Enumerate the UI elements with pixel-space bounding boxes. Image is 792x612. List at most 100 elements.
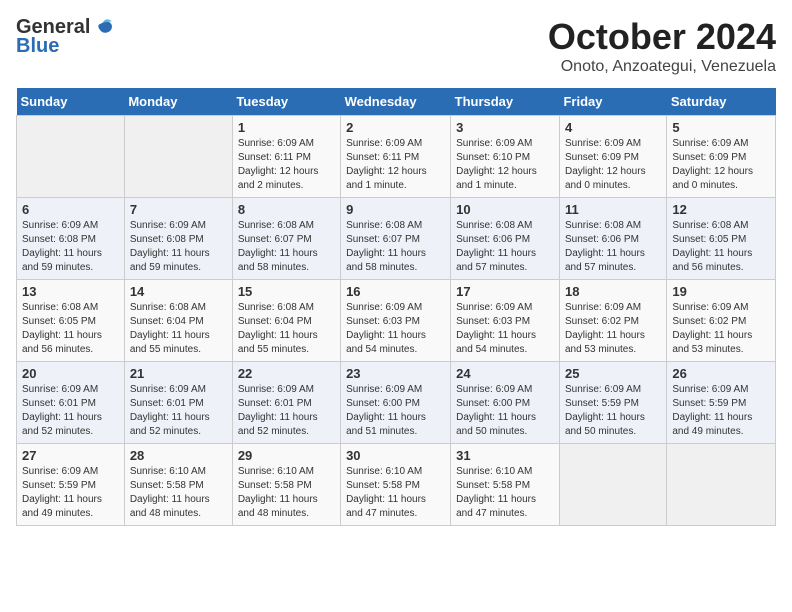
weekday-header: Tuesday [232, 88, 340, 116]
weekday-header: Monday [124, 88, 232, 116]
calendar-cell: 23 Sunrise: 6:09 AM Sunset: 6:00 PM Dayli… [341, 362, 451, 444]
location-subtitle: Onoto, Anzoategui, Venezuela [548, 58, 776, 76]
day-number: 31 [456, 448, 554, 463]
calendar-cell: 4 Sunrise: 6:09 AM Sunset: 6:09 PM Daylig… [559, 116, 666, 198]
day-number: 9 [346, 202, 445, 217]
day-number: 18 [565, 284, 661, 299]
day-info: Sunrise: 6:09 AM Sunset: 6:10 PM Dayligh… [456, 137, 554, 193]
day-number: 4 [565, 120, 661, 135]
header-row: SundayMondayTuesdayWednesdayThursdayFrid… [17, 88, 776, 116]
calendar-cell: 3 Sunrise: 6:09 AM Sunset: 6:10 PM Daylig… [451, 116, 560, 198]
calendar-cell: 11 Sunrise: 6:08 AM Sunset: 6:06 PM Dayli… [559, 198, 666, 280]
day-info: Sunrise: 6:09 AM Sunset: 6:02 PM Dayligh… [672, 301, 770, 357]
day-info: Sunrise: 6:08 AM Sunset: 6:06 PM Dayligh… [456, 219, 554, 275]
weekday-header: Saturday [667, 88, 776, 116]
calendar-cell: 31 Sunrise: 6:10 AM Sunset: 5:58 PM Dayli… [451, 444, 560, 526]
calendar-cell: 17 Sunrise: 6:09 AM Sunset: 6:03 PM Dayli… [451, 280, 560, 362]
day-info: Sunrise: 6:10 AM Sunset: 5:58 PM Dayligh… [130, 465, 227, 521]
day-info: Sunrise: 6:09 AM Sunset: 6:00 PM Dayligh… [456, 383, 554, 439]
day-number: 10 [456, 202, 554, 217]
calendar-cell: 22 Sunrise: 6:09 AM Sunset: 6:01 PM Dayli… [232, 362, 340, 444]
calendar-cell: 12 Sunrise: 6:08 AM Sunset: 6:05 PM Dayli… [667, 198, 776, 280]
calendar-cell: 20Sunrise: 6:09 AM Sunset: 6:01 PM Dayli… [17, 362, 125, 444]
title-area: October 2024 Onoto, Anzoategui, Venezuel… [548, 16, 776, 76]
calendar-week-row: 13Sunrise: 6:08 AM Sunset: 6:05 PM Dayli… [17, 280, 776, 362]
day-info: Sunrise: 6:09 AM Sunset: 6:02 PM Dayligh… [565, 301, 661, 357]
day-number: 26 [672, 366, 770, 381]
calendar-week-row: 6 Sunrise: 6:09 AM Sunset: 6:08 PM Daylig… [17, 198, 776, 280]
day-info: Sunrise: 6:09 AM Sunset: 6:09 PM Dayligh… [672, 137, 770, 193]
calendar-cell: 27Sunrise: 6:09 AM Sunset: 5:59 PM Dayli… [17, 444, 125, 526]
day-number: 1 [238, 120, 335, 135]
day-info: Sunrise: 6:09 AM Sunset: 6:03 PM Dayligh… [456, 301, 554, 357]
month-title: October 2024 [548, 16, 776, 58]
calendar-cell: 25Sunrise: 6:09 AM Sunset: 5:59 PM Dayli… [559, 362, 666, 444]
calendar-cell: 10 Sunrise: 6:08 AM Sunset: 6:06 PM Dayli… [451, 198, 560, 280]
calendar-cell [17, 116, 125, 198]
day-number: 13 [22, 284, 119, 299]
calendar-cell: 28Sunrise: 6:10 AM Sunset: 5:58 PM Dayli… [124, 444, 232, 526]
day-info: Sunrise: 6:10 AM Sunset: 5:58 PM Dayligh… [238, 465, 335, 521]
calendar-cell: 29 Sunrise: 6:10 AM Sunset: 5:58 PM Dayli… [232, 444, 340, 526]
calendar-cell: 1 Sunrise: 6:09 AM Sunset: 6:11 PM Daylig… [232, 116, 340, 198]
day-number: 24 [456, 366, 554, 381]
day-number: 21 [130, 366, 227, 381]
day-number: 19 [672, 284, 770, 299]
day-info: Sunrise: 6:10 AM Sunset: 5:58 PM Dayligh… [456, 465, 554, 521]
day-info: Sunrise: 6:09 AM Sunset: 6:01 PM Dayligh… [130, 383, 227, 439]
day-info: Sunrise: 6:09 AM Sunset: 6:01 PM Dayligh… [22, 383, 119, 439]
day-info: Sunrise: 6:10 AM Sunset: 5:58 PM Dayligh… [346, 465, 445, 521]
day-number: 3 [456, 120, 554, 135]
calendar-cell: 2 Sunrise: 6:09 AM Sunset: 6:11 PM Daylig… [341, 116, 451, 198]
calendar-cell: 26 Sunrise: 6:09 AM Sunset: 5:59 PM Dayli… [667, 362, 776, 444]
calendar-table: SundayMondayTuesdayWednesdayThursdayFrid… [16, 88, 776, 526]
day-info: Sunrise: 6:09 AM Sunset: 6:03 PM Dayligh… [346, 301, 445, 357]
day-number: 2 [346, 120, 445, 135]
day-number: 30 [346, 448, 445, 463]
day-info: Sunrise: 6:09 AM Sunset: 5:59 PM Dayligh… [565, 383, 661, 439]
day-number: 29 [238, 448, 335, 463]
weekday-header: Friday [559, 88, 666, 116]
day-number: 7 [130, 202, 227, 217]
day-info: Sunrise: 6:09 AM Sunset: 6:08 PM Dayligh… [22, 219, 119, 275]
day-info: Sunrise: 6:09 AM Sunset: 6:01 PM Dayligh… [238, 383, 335, 439]
day-number: 12 [672, 202, 770, 217]
day-info: Sunrise: 6:09 AM Sunset: 6:11 PM Dayligh… [346, 137, 445, 193]
day-number: 14 [130, 284, 227, 299]
day-info: Sunrise: 6:08 AM Sunset: 6:06 PM Dayligh… [565, 219, 661, 275]
day-info: Sunrise: 6:08 AM Sunset: 6:04 PM Dayligh… [238, 301, 335, 357]
calendar-cell: 19 Sunrise: 6:09 AM Sunset: 6:02 PM Dayli… [667, 280, 776, 362]
day-info: Sunrise: 6:08 AM Sunset: 6:07 PM Dayligh… [346, 219, 445, 275]
calendar-week-row: 1 Sunrise: 6:09 AM Sunset: 6:11 PM Daylig… [17, 116, 776, 198]
calendar-cell [124, 116, 232, 198]
day-info: Sunrise: 6:09 AM Sunset: 6:00 PM Dayligh… [346, 383, 445, 439]
logo: General Blue [16, 16, 114, 58]
calendar-cell: 21 Sunrise: 6:09 AM Sunset: 6:01 PM Dayli… [124, 362, 232, 444]
day-number: 15 [238, 284, 335, 299]
logo-bird-icon [92, 17, 114, 39]
logo-blue: Blue [16, 35, 59, 58]
day-info: Sunrise: 6:08 AM Sunset: 6:07 PM Dayligh… [238, 219, 335, 275]
calendar-cell: 8Sunrise: 6:08 AM Sunset: 6:07 PM Daylig… [232, 198, 340, 280]
calendar-cell: 16 Sunrise: 6:09 AM Sunset: 6:03 PM Dayli… [341, 280, 451, 362]
day-info: Sunrise: 6:08 AM Sunset: 6:05 PM Dayligh… [672, 219, 770, 275]
weekday-header: Wednesday [341, 88, 451, 116]
day-number: 27 [22, 448, 119, 463]
day-number: 16 [346, 284, 445, 299]
calendar-cell: 14Sunrise: 6:08 AM Sunset: 6:04 PM Dayli… [124, 280, 232, 362]
day-info: Sunrise: 6:09 AM Sunset: 6:11 PM Dayligh… [238, 137, 335, 193]
weekday-header: Thursday [451, 88, 560, 116]
day-info: Sunrise: 6:09 AM Sunset: 6:08 PM Dayligh… [130, 219, 227, 275]
calendar-cell: 7 Sunrise: 6:09 AM Sunset: 6:08 PM Daylig… [124, 198, 232, 280]
day-number: 22 [238, 366, 335, 381]
day-number: 6 [22, 202, 119, 217]
day-info: Sunrise: 6:09 AM Sunset: 6:09 PM Dayligh… [565, 137, 661, 193]
day-number: 11 [565, 202, 661, 217]
calendar-week-row: 27Sunrise: 6:09 AM Sunset: 5:59 PM Dayli… [17, 444, 776, 526]
calendar-cell: 18 Sunrise: 6:09 AM Sunset: 6:02 PM Dayli… [559, 280, 666, 362]
day-info: Sunrise: 6:09 AM Sunset: 5:59 PM Dayligh… [672, 383, 770, 439]
day-number: 17 [456, 284, 554, 299]
day-number: 5 [672, 120, 770, 135]
calendar-cell: 30 Sunrise: 6:10 AM Sunset: 5:58 PM Dayli… [341, 444, 451, 526]
day-number: 23 [346, 366, 445, 381]
